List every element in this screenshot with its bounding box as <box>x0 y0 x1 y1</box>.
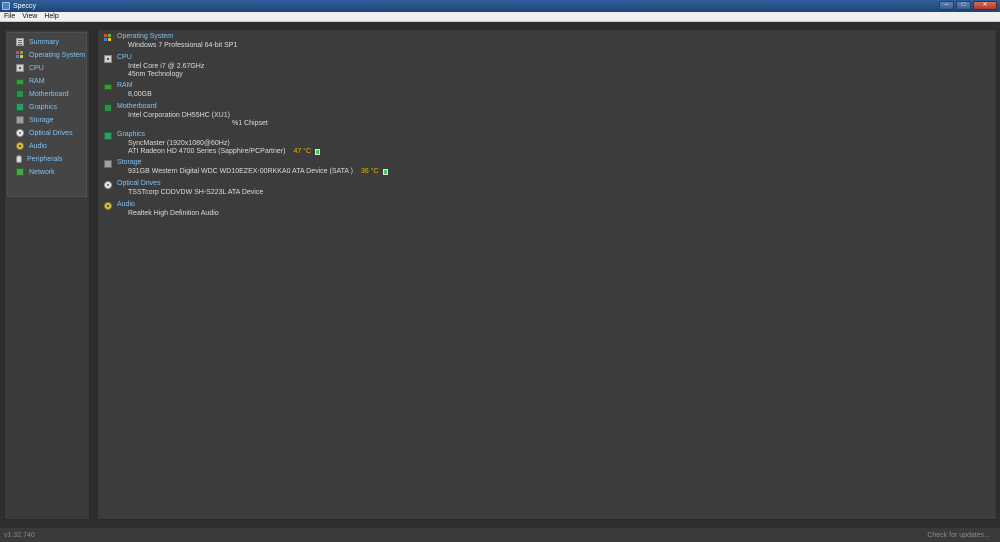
version-label: v1.32.740 <box>4 532 35 539</box>
storage-icon <box>16 116 24 124</box>
close-button[interactable]: ✕ <box>973 1 997 10</box>
section-title: CPU <box>117 54 132 61</box>
graphics-icon <box>16 103 24 111</box>
window-title: Speccy <box>13 2 36 10</box>
speccy-app-icon <box>2 2 10 10</box>
sidebar-item-graphics[interactable]: Graphics <box>16 102 57 112</box>
sidebar-item-operating-system[interactable]: Operating System <box>16 50 85 60</box>
summary-panel: Operating System Windows 7 Professional … <box>97 29 997 520</box>
storage-icon <box>104 160 112 168</box>
graphics-icon <box>104 132 112 140</box>
optical-drive-icon <box>16 129 24 137</box>
ram-icon <box>16 78 24 85</box>
window-controls: – □ ✕ <box>939 1 997 10</box>
sidebar-item-label: Peripherals <box>27 155 63 163</box>
storage-drive-line: 931GB Western Digital WDC WD10EZEX-00RKK… <box>128 168 388 175</box>
cpu-model: Intel Core i7 @ 2.67GHz <box>128 63 205 70</box>
windows-icon <box>16 51 24 59</box>
sidebar-item-peripherals[interactable]: Peripherals <box>16 154 62 164</box>
sidebar-item-storage[interactable]: Storage <box>16 115 54 125</box>
sidebar-item-label: RAM <box>29 77 45 85</box>
menu-view[interactable]: View <box>22 13 37 20</box>
sidebar-item-optical-drives[interactable]: Optical Drives <box>16 128 73 138</box>
ram-size: 8,00GB <box>128 91 152 98</box>
cpu-icon <box>104 55 112 63</box>
monitor: SyncMaster (1920x1080@60Hz) <box>128 140 230 147</box>
temperature-ok-icon <box>382 168 388 175</box>
content-area: Summary Operating System CPU RAM Motherb… <box>0 22 1000 527</box>
sidebar-item-cpu[interactable]: CPU <box>16 63 44 73</box>
section-title: Operating System <box>117 33 174 40</box>
menu-bar: File View Help <box>0 12 1000 22</box>
motherboard-icon <box>16 90 24 98</box>
section-title: Optical Drives <box>117 180 161 187</box>
sidebar-item-label: Network <box>29 168 55 176</box>
storage-drive: 931GB Western Digital WDC WD10EZEX-00RKK… <box>128 168 353 175</box>
sidebar-item-label: Graphics <box>29 103 58 111</box>
graphics-card-line: ATI Radeon HD 4700 Series (Sapphire/PCPa… <box>128 148 321 155</box>
title-bar: Speccy – □ ✕ <box>0 0 1000 12</box>
cpu-icon <box>16 64 24 72</box>
section-title: Audio <box>117 201 135 208</box>
audio-icon <box>16 142 24 150</box>
sidebar-item-audio[interactable]: Audio <box>16 141 47 151</box>
graphics-card: ATI Radeon HD 4700 Series (Sapphire/PCPa… <box>128 148 286 155</box>
sidebar-item-ram[interactable]: RAM <box>16 76 45 86</box>
temperature-ok-icon <box>315 148 321 155</box>
section-title: Motherboard <box>117 103 157 110</box>
sidebar-item-label: Optical Drives <box>29 129 73 137</box>
optical-drive: TSSTcorp CDDVDW SH-S223L ATA Device <box>128 189 264 196</box>
motherboard-chipset: %1 Chipset <box>232 120 268 127</box>
motherboard-icon <box>104 104 112 112</box>
os-name: Windows 7 Professional 64-bit SP1 <box>128 42 238 49</box>
peripherals-icon <box>16 155 22 163</box>
ram-icon <box>104 84 112 90</box>
sidebar-item-label: Summary <box>29 38 59 46</box>
sidebar-item-label: Storage <box>29 116 54 124</box>
sidebar-item-label: CPU <box>29 64 44 72</box>
maximize-button[interactable]: □ <box>956 1 971 10</box>
cpu-technology: 45nm Technology <box>128 71 183 78</box>
windows-icon <box>104 34 112 42</box>
sidebar-item-motherboard[interactable]: Motherboard <box>16 89 69 99</box>
section-title: Storage <box>117 159 142 166</box>
motherboard-model: Intel Corporation DH55HC (XU1) <box>128 112 230 119</box>
status-bar: v1.32.740 Check for updates... <box>0 527 1000 542</box>
sidebar-nav-panel: Summary Operating System CPU RAM Motherb… <box>7 32 87 197</box>
summary-icon <box>16 38 24 46</box>
check-for-updates-link[interactable]: Check for updates... <box>927 532 990 539</box>
sidebar-item-label: Operating System <box>29 51 86 59</box>
gpu-temperature: 47 °C <box>293 148 312 155</box>
menu-file[interactable]: File <box>4 13 15 20</box>
sidebar-item-label: Audio <box>29 142 47 150</box>
sidebar: Summary Operating System CPU RAM Motherb… <box>4 29 90 520</box>
sidebar-item-label: Motherboard <box>29 90 69 98</box>
section-title: Graphics <box>117 131 146 138</box>
section-title: RAM <box>117 82 133 89</box>
audio-device: Realtek High Definition Audio <box>128 210 219 217</box>
network-icon <box>16 168 24 176</box>
drive-temperature: 36 °C <box>360 168 379 175</box>
optical-drive-icon <box>104 181 112 189</box>
sidebar-item-network[interactable]: Network <box>16 167 55 177</box>
audio-icon <box>104 202 112 210</box>
minimize-button[interactable]: – <box>939 1 954 10</box>
sidebar-item-summary[interactable]: Summary <box>16 37 59 47</box>
menu-help[interactable]: Help <box>44 13 58 20</box>
